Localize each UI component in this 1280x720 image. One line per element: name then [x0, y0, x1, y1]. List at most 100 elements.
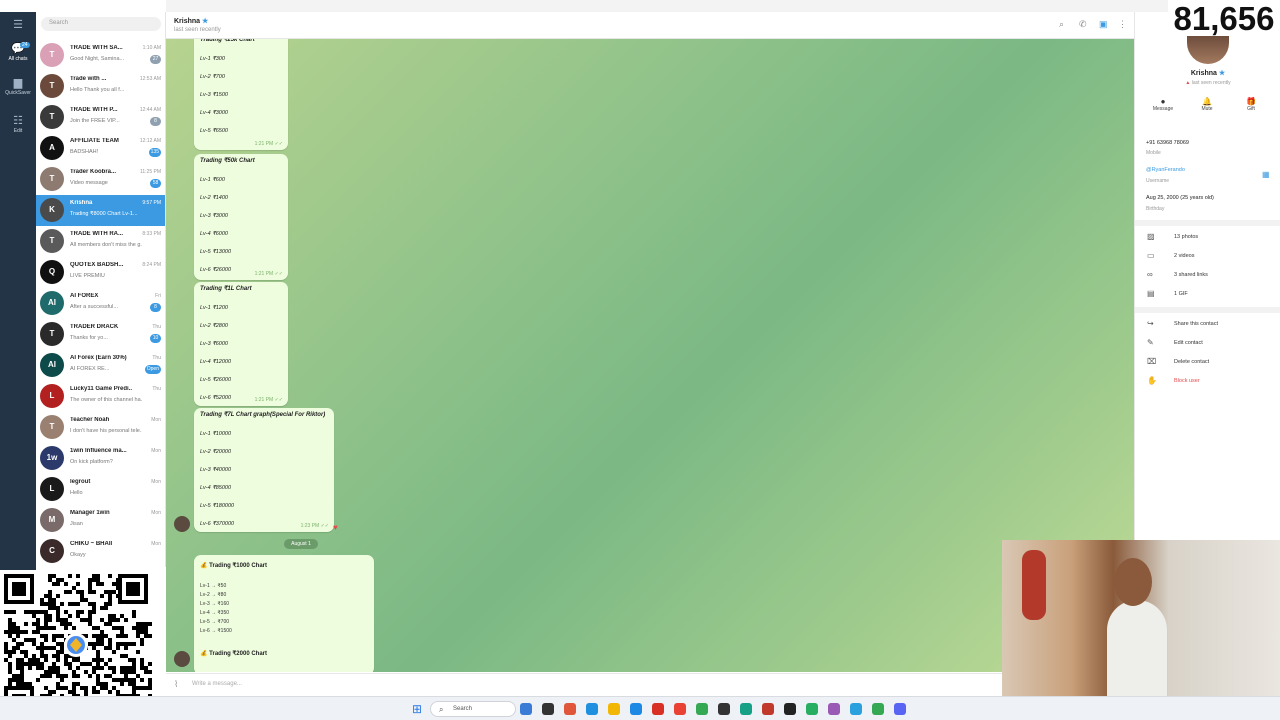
message-bubble[interactable]: Trading ₹50k Chart Lv-1 ₹600 Lv-2 ₹1400 … [194, 154, 288, 280]
message-bubble[interactable]: Trading ₹1L Chart Lv-1 ₹1200 Lv-2 ₹2800 … [194, 282, 288, 406]
block-user-button[interactable]: Block user [1174, 378, 1200, 384]
taskbar-chrome4-icon[interactable] [872, 703, 884, 715]
edit-contact-button[interactable]: Edit contact [1174, 340, 1203, 346]
chat-item[interactable]: T Teacher Noah Mon I don't have his persona… [36, 412, 165, 443]
chat-item-name: CHIKU ~ BHAII [70, 541, 113, 547]
taskbar-file-icon[interactable] [542, 703, 554, 715]
taskbar-telegram-icon[interactable] [850, 703, 862, 715]
sender-avatar[interactable] [174, 651, 190, 667]
taskbar-chrome2-icon[interactable] [652, 703, 664, 715]
taskbar-edge2-icon[interactable] [630, 703, 642, 715]
chat-item-preview: Video message [70, 180, 108, 186]
chat-item[interactable]: M Manager 1win Mon Jisan [36, 505, 165, 536]
chat-item-preview: Join the FREE VIP... [70, 118, 120, 124]
chat-item[interactable]: K Krishna 9:57 PM Trading ₹8000 Chart Lv-1.… [36, 195, 165, 226]
taskbar-app2-icon[interactable] [718, 703, 730, 715]
chat-item[interactable]: T Trade with ... 12:53 AM Hello Thank you a… [36, 71, 165, 102]
chat-item[interactable]: Q QUOTEX BADSH... 8:24 PM LIVE PREMIU [36, 257, 165, 288]
message-line: Lv-5 → ₹700 [200, 619, 230, 625]
taskbar-music-icon[interactable] [806, 703, 818, 715]
decoration-flowers [1022, 550, 1046, 620]
media-photos[interactable]: 13 photos [1174, 234, 1198, 240]
message-bubble[interactable]: Trading ₹25k Chart Lv-1 ₹300 Lv-2 ₹700 L… [194, 39, 288, 150]
sender-avatar[interactable] [174, 516, 190, 532]
delete-contact-button[interactable]: Delete contact [1174, 359, 1209, 365]
chat-item[interactable]: T Trader Koobra... 11:25 PM Video message 58 [36, 164, 165, 195]
paperclip-icon[interactable]: ⌇ [174, 679, 178, 690]
chat-item[interactable]: AI AI FOREX Fri After a successful... 8 [36, 288, 165, 319]
chat-item[interactable]: 1w 1win Influence ma... Mon On kick platfor… [36, 443, 165, 474]
qr-code-icon[interactable]: ▦ [1262, 170, 1270, 179]
mute-action-button[interactable]: 🔔 Mute [1189, 97, 1225, 119]
chat-item-preview: Jisan [70, 521, 83, 527]
menu-button[interactable]: ☰ [0, 18, 36, 32]
search-input[interactable]: Search [41, 17, 161, 31]
chat-bubbles-icon: 💬 [11, 43, 25, 55]
chat-item[interactable]: T TRADER DRACK Thu Thanks for yo... 10 [36, 319, 165, 350]
taskbar-app4-icon[interactable] [828, 703, 840, 715]
search-icon[interactable]: ⌕ [1059, 19, 1064, 30]
taskbar-discord-icon[interactable] [894, 703, 906, 715]
chat-header[interactable]: Krishna ★ last seen recently ⌕ ✆ ▣ ⋮ [166, 12, 1134, 39]
chat-item-preview: I don't have his personal tele... [70, 428, 142, 434]
share-contact-button[interactable]: Share this contact [1174, 321, 1218, 327]
folder-quicksaver[interactable]: ▆ QuickSaver [0, 76, 36, 96]
profile-avatar[interactable] [1187, 34, 1229, 64]
taskbar-media-icon[interactable] [784, 703, 796, 715]
chat-item[interactable]: A AFFILIATE TEAM 12:12 AM BADSHAH! 135 [36, 133, 165, 164]
taskbar-teams-icon[interactable] [740, 703, 752, 715]
message-time: 1:21 PM ✓✓ [254, 141, 283, 147]
chat-item[interactable]: AI AI Forex (Earn 30%) Thu AI FOREX RE... Op… [36, 350, 165, 381]
folder-label: QuickSaver [5, 90, 31, 96]
message-area[interactable]: Trading ₹25k Chart Lv-1 ₹300 Lv-2 ₹700 L… [166, 39, 1134, 672]
chat-item[interactable]: T TRADE WITH RA... 8:33 PM All members don'… [36, 226, 165, 257]
chat-item-time: Mon [151, 479, 161, 485]
taskbar-search[interactable]: ⌕ Search [430, 701, 516, 717]
profile-username[interactable]: @RyanFerando [1146, 167, 1185, 173]
message-line: Lv-1 → ₹50 [200, 583, 227, 589]
message-bubble[interactable]: 💰 Trading ₹1000 Chart Lv-1 → ₹50 Lv-2 → … [194, 555, 374, 672]
sidebar-toggle-icon[interactable]: ▣ [1099, 19, 1108, 30]
message-title: Trading ₹50k Chart [200, 158, 255, 164]
taskbar: ⊞ ⌕ Search [0, 696, 1280, 720]
media-videos[interactable]: 2 videos [1174, 253, 1195, 259]
folder-edit[interactable]: ☷ Edit [0, 114, 36, 134]
gift-action-button[interactable]: 🎁 Gift [1233, 97, 1269, 119]
message-input[interactable]: Write a message... [192, 681, 242, 687]
chat-item[interactable]: T TRADE WITH P... 12:44 AM Join the FREE VI… [36, 102, 165, 133]
message-line: Lv-2 ₹1400 [200, 195, 228, 201]
chat-item-name: 1win Influence ma... [70, 448, 127, 454]
phone-icon[interactable]: ✆ [1079, 19, 1087, 30]
heart-reaction-icon[interactable]: ♥ [333, 523, 338, 532]
message-action-button[interactable]: ● Message [1145, 97, 1181, 119]
message-bubble[interactable]: Trading ₹7L Chart graph(Special For Rikt… [194, 408, 334, 532]
taskbar-folder-icon[interactable] [608, 703, 620, 715]
folder-all-chats[interactable]: 💬 All chats [0, 42, 36, 62]
star-icon: ★ [1218, 70, 1226, 77]
message-time: 1:21 PM ✓✓ [254, 397, 283, 403]
media-gifs[interactable]: 1 GIF [1174, 291, 1188, 297]
chat-item-name: Manager 1win [70, 510, 110, 516]
taskbar-chrome-icon[interactable] [564, 703, 576, 715]
chat-item[interactable]: T TRADE WITH SA... 1:10 AM Good Night, Sami… [36, 40, 165, 71]
profile-phone[interactable]: +91 63968 78069 [1146, 140, 1189, 146]
message-line: Lv-4 → ₹350 [200, 610, 230, 616]
taskbar-app3-icon[interactable] [762, 703, 774, 715]
chat-item[interactable]: C CHIKU ~ BHAII Mon Okayy [36, 536, 165, 567]
message-line: Lv-5 ₹13000 [200, 249, 232, 255]
unread-badge: 27 [150, 55, 161, 64]
media-links[interactable]: 3 shared links [1174, 272, 1208, 278]
taskbar-chrome3-icon[interactable] [696, 703, 708, 715]
chat-item[interactable]: L Lucky11 Game Predi... Thu The owner of th… [36, 381, 165, 412]
block-hand-icon: ✋ [1147, 376, 1157, 385]
more-vertical-icon[interactable]: ⋮ [1118, 19, 1127, 30]
message-composer[interactable]: ⌇ Write a message... [166, 673, 1002, 695]
taskbar-app-icon[interactable] [674, 703, 686, 715]
chat-item-name: Trade with ... [70, 76, 107, 82]
profile-birthday: Aug 25, 2000 (25 years old) [1146, 195, 1214, 201]
chat-item-preview: Okayy [70, 552, 86, 558]
taskbar-store-icon[interactable] [586, 703, 598, 715]
chat-item[interactable]: Llegrout Mon Hello [36, 474, 165, 505]
windows-start-icon[interactable]: ⊞ [412, 702, 422, 716]
taskbar-edge-icon[interactable] [520, 703, 532, 715]
